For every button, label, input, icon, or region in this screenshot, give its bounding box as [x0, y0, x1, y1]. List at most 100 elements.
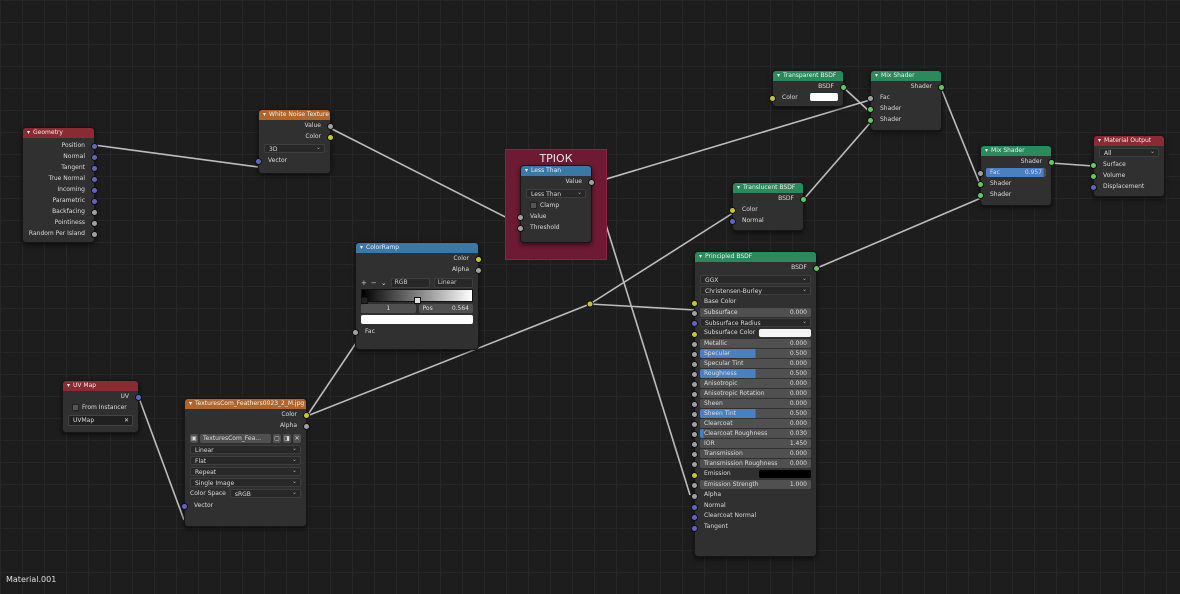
node-image-texture[interactable]: TexturesCom_Feathers0023_2_M.jpg Color A… [181, 398, 310, 527]
target-dropdown[interactable]: All [1099, 147, 1159, 157]
node-header[interactable]: Principled BSDF [695, 252, 816, 262]
clearcoat-field[interactable]: Clearcoat 0.000 [700, 419, 811, 428]
socket-shader[interactable] [977, 192, 984, 199]
node-material-output[interactable]: Material Output All Surface Volume Displ… [1090, 135, 1165, 197]
socket-transmission-roughness[interactable] [691, 461, 698, 468]
node-mix-shader-1[interactable]: Mix Shader Shader Fac Shader Shader [867, 70, 945, 131]
socket-value[interactable] [327, 123, 334, 130]
node-header[interactable]: Mix Shader [871, 71, 941, 81]
socket-displacement[interactable] [1090, 184, 1097, 191]
stop-index-field[interactable]: 1 [361, 304, 416, 313]
node-header[interactable]: Mix Shader [981, 146, 1051, 156]
node-principled-bsdf[interactable]: Principled BSDF BSDF GGX Christensen-Bur… [691, 251, 820, 557]
socket-specular[interactable] [691, 351, 698, 358]
socket-parametric[interactable] [91, 198, 98, 205]
socket-bsdf[interactable] [800, 196, 807, 203]
ramp-stop-active[interactable] [414, 297, 421, 304]
sheen-tint-field[interactable]: Sheen Tint 0.500 [700, 409, 811, 418]
socket-subsurface[interactable] [691, 310, 698, 317]
socket-position[interactable] [91, 143, 98, 150]
node-header[interactable]: Less Than [521, 166, 591, 176]
socket-backfacing[interactable] [91, 209, 98, 216]
socket-base-color[interactable] [691, 300, 698, 307]
ior-field[interactable]: IOR 1.450 [700, 439, 811, 448]
socket-random-per-island[interactable] [91, 231, 98, 238]
socket-value[interactable] [588, 179, 595, 186]
socket-true-normal[interactable] [91, 176, 98, 183]
socket-uv[interactable] [135, 394, 142, 401]
socket-color[interactable] [327, 134, 334, 141]
node-header[interactable]: White Noise Texture [259, 110, 330, 120]
socket-bsdf[interactable] [813, 265, 820, 272]
socket-fac[interactable] [352, 329, 359, 336]
socket-roughness[interactable] [691, 371, 698, 378]
socket-normal[interactable] [729, 218, 736, 225]
ramp-menu-icon[interactable]: ⌄ [381, 279, 387, 287]
socket-fac[interactable] [977, 170, 984, 177]
socket-color[interactable] [475, 256, 482, 263]
socket-vector[interactable] [181, 503, 188, 510]
socket-metallic[interactable] [691, 341, 698, 348]
image-name-field[interactable]: TexturesCom_Fea... [200, 434, 271, 443]
socket-surface[interactable] [1090, 162, 1097, 169]
new-image-icon[interactable]: ◨ [283, 434, 291, 443]
color-mode-dropdown[interactable]: RGB [390, 278, 430, 288]
sheen-field[interactable]: Sheen 0.000 [700, 399, 811, 408]
emission-strength-field[interactable]: Emission Strength 1.000 [700, 480, 811, 489]
extension-dropdown[interactable]: Repeat [190, 466, 301, 476]
transmission-field[interactable]: Transmission 0.000 [700, 449, 811, 458]
specular-tint-field[interactable]: Specular Tint 0.000 [700, 359, 811, 368]
socket-fac[interactable] [867, 95, 874, 102]
socket-alpha[interactable] [691, 493, 698, 500]
node-geometry[interactable]: Geometry PositionNormalTangentTrue Norma… [22, 127, 98, 243]
socket-clearcoat[interactable] [691, 421, 698, 428]
socket-tangent[interactable] [691, 524, 698, 532]
stop-color-swatch[interactable] [361, 315, 473, 324]
socket-value[interactable] [517, 214, 524, 221]
socket-anisotropic[interactable] [691, 381, 698, 388]
socket-tangent[interactable] [91, 165, 98, 172]
node-header[interactable]: Translucent BSDF [733, 183, 803, 193]
fac-slider[interactable]: Fac 0.957 [986, 168, 1046, 177]
color-ramp-gradient[interactable] [361, 289, 473, 304]
socket-anisotropic-rotation[interactable] [691, 391, 698, 398]
stop-position-field[interactable]: Pos 0.564 [418, 304, 473, 313]
socket-bsdf[interactable] [840, 84, 847, 91]
interpolation-dropdown[interactable]: Linear [433, 278, 473, 288]
socket-subsurface-radius[interactable] [691, 320, 698, 327]
from-instancer-checkbox[interactable]: From Instancer [63, 402, 138, 413]
node-translucent-bsdf[interactable]: Translucent BSDF BSDF Color Normal [729, 182, 807, 231]
node-transparent-bsdf[interactable]: Transparent BSDF BSDF Color [769, 70, 847, 107]
subsurface-color-swatch[interactable] [759, 329, 811, 337]
socket-shader[interactable] [867, 106, 874, 113]
unlink-icon[interactable]: ✕ [293, 434, 301, 443]
node-color-ramp[interactable]: ColorRamp Color Alpha + − ⌄ RGB Linear 1… [352, 242, 482, 350]
socket-shader[interactable] [1048, 159, 1055, 166]
image-browse-icon[interactable]: ▣ [190, 434, 198, 443]
remove-stop-button[interactable]: − [371, 279, 377, 287]
node-mix-shader-2[interactable]: Mix Shader Shader Fac0.957 Shader Shader [977, 145, 1055, 206]
checkbox-box[interactable] [72, 404, 79, 411]
subsurface-field[interactable]: Subsurface 0.000 [700, 308, 811, 317]
dimension-dropdown[interactable]: 3D [264, 143, 325, 153]
socket-transmission[interactable] [691, 451, 698, 458]
node-less-than[interactable]: Less Than Value Less Than Clamp Value Th… [517, 165, 595, 243]
node-editor[interactable]: ТРІОК Geometry PositionNormalTangentTrue… [0, 0, 1180, 594]
clearcoat-roughness-field[interactable]: Clearcoat Roughness 0.030 [700, 429, 811, 438]
source-dropdown[interactable]: Single Image [190, 477, 301, 487]
socket-color[interactable] [729, 207, 736, 214]
specular-field[interactable]: Specular 0.500 [700, 349, 811, 358]
node-header[interactable]: Geometry [23, 128, 94, 138]
clamp-checkbox[interactable]: Clamp [521, 200, 591, 211]
operation-dropdown[interactable]: Less Than [526, 188, 586, 198]
clear-icon[interactable]: ✕ [124, 416, 129, 425]
interpolation-dropdown[interactable]: Linear [190, 444, 301, 454]
add-stop-button[interactable]: + [361, 279, 367, 287]
node-header[interactable]: TexturesCom_Feathers0023_2_M.jpg [185, 399, 306, 409]
socket-emission[interactable] [691, 472, 698, 479]
socket-normal[interactable] [691, 503, 698, 511]
color-swatch[interactable] [810, 93, 838, 101]
emission-color-swatch[interactable] [759, 470, 811, 478]
color-space-dropdown[interactable]: sRGB [229, 488, 301, 498]
node-header[interactable]: Transparent BSDF [773, 71, 843, 81]
